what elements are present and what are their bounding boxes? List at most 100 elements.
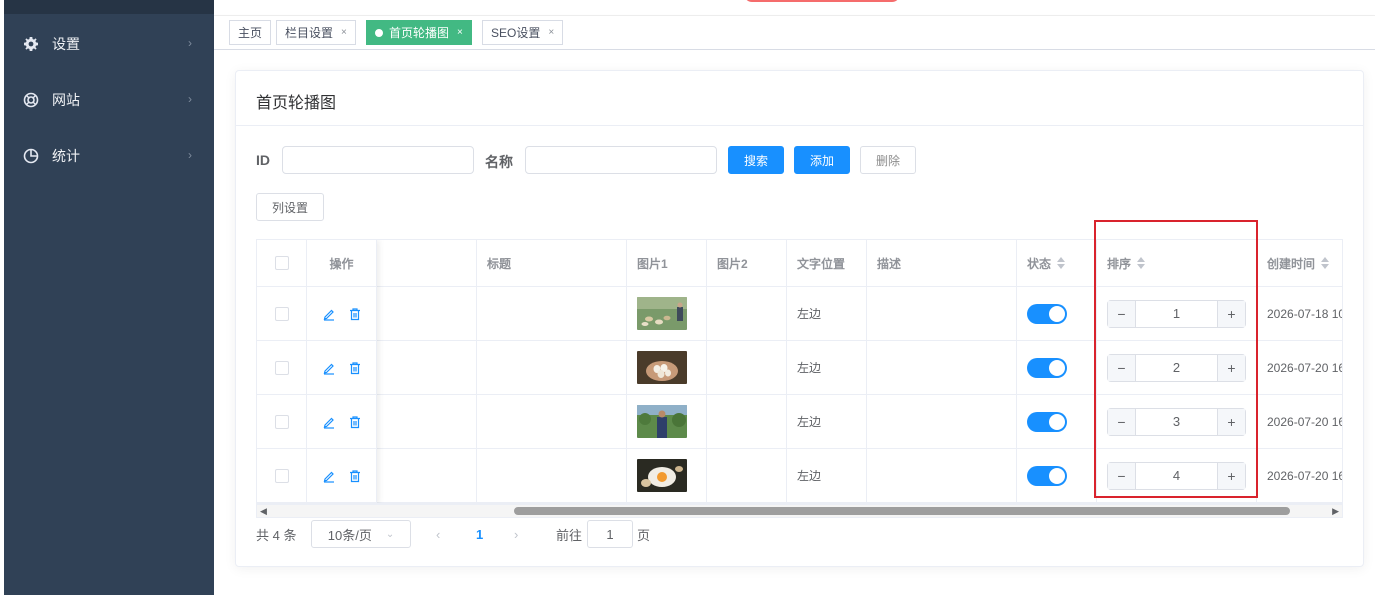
navbar: [214, 0, 1375, 16]
banner-image-hands-eggs[interactable]: [637, 351, 687, 384]
tab-seo[interactable]: SEO设置 ×: [482, 20, 564, 45]
fixed-columns: 操作: [257, 240, 377, 503]
sidebar-item-settings[interactable]: 设置 ›: [4, 24, 214, 64]
next-page-button[interactable]: ›: [514, 520, 518, 548]
edit-icon[interactable]: [322, 415, 336, 429]
increment-button[interactable]: +: [1217, 462, 1245, 489]
increment-button[interactable]: +: [1217, 354, 1245, 381]
name-label: 名称: [485, 154, 513, 170]
chevron-right-icon: ›: [188, 36, 192, 50]
status-toggle[interactable]: [1027, 303, 1067, 324]
sidebar-item-label: 设置: [52, 36, 80, 52]
close-icon[interactable]: ×: [341, 27, 347, 38]
banner-image-chickens-field[interactable]: [637, 297, 687, 330]
row-checkbox[interactable]: [274, 414, 289, 429]
header-sort[interactable]: 排序: [1097, 240, 1257, 287]
sidebar-item-label: 网站: [52, 92, 80, 108]
header-status[interactable]: 状态: [1017, 240, 1097, 287]
close-icon[interactable]: ×: [548, 27, 554, 38]
select-all-cell: [257, 240, 307, 287]
increment-button[interactable]: +: [1217, 408, 1245, 435]
delete-icon[interactable]: [348, 361, 362, 375]
add-button[interactable]: 添加: [794, 146, 850, 174]
header-cell: [377, 240, 477, 287]
text-pos-cell: 左边: [787, 449, 867, 503]
table-cell: [377, 341, 477, 395]
decrement-button[interactable]: −: [1108, 462, 1136, 489]
decrement-button[interactable]: −: [1108, 300, 1136, 327]
delete-button[interactable]: 删除: [860, 146, 916, 174]
status-cell: [1017, 449, 1097, 503]
delete-icon[interactable]: [348, 469, 362, 483]
sort-value[interactable]: 1: [1136, 301, 1217, 327]
row-checkbox[interactable]: [274, 360, 289, 375]
tab-label: SEO设置: [491, 26, 541, 40]
header-label: 排序: [1107, 256, 1132, 271]
column-settings-button[interactable]: 列设置: [256, 193, 324, 221]
sort-value[interactable]: 3: [1136, 409, 1217, 435]
edit-icon[interactable]: [322, 361, 336, 375]
row-checkbox[interactable]: [274, 468, 289, 483]
scroll-right-icon[interactable]: ▶: [1332, 506, 1339, 517]
sort-stepper[interactable]: − 1 +: [1107, 299, 1246, 328]
text-pos-cell: 左边: [787, 287, 867, 341]
sort-icon[interactable]: [1057, 257, 1066, 269]
image-cell: [627, 341, 707, 395]
table-cell: [377, 449, 477, 503]
ops-cell: [307, 395, 377, 449]
image2-cell: [707, 395, 787, 449]
edit-icon[interactable]: [322, 469, 336, 483]
tab-banner[interactable]: 首页轮播图 ×: [366, 20, 472, 45]
header-title: 标题: [477, 240, 627, 287]
banner-image-farmer-orchard[interactable]: [637, 405, 687, 438]
header-created[interactable]: 创建时间: [1257, 240, 1342, 287]
goto-label: 前往: [556, 527, 583, 543]
sort-stepper[interactable]: − 3 +: [1107, 407, 1246, 436]
image2-cell: [707, 341, 787, 395]
tab-column-settings[interactable]: 栏目设置 ×: [276, 20, 356, 45]
checkbox-cell: [257, 395, 307, 449]
banner-image-cracked-egg[interactable]: [637, 459, 687, 492]
created-cell: 2026-07-20 16: [1257, 449, 1342, 503]
status-cell: [1017, 287, 1097, 341]
status-toggle[interactable]: [1027, 465, 1067, 486]
sort-cell: − 4 +: [1097, 449, 1257, 503]
increment-button[interactable]: +: [1217, 300, 1245, 327]
table-cell: [377, 287, 477, 341]
sidebar-item-stats[interactable]: 统计 ›: [4, 136, 214, 176]
search-button[interactable]: 搜索: [728, 146, 784, 174]
id-input[interactable]: [282, 146, 474, 174]
name-input[interactable]: [525, 146, 717, 174]
delete-icon[interactable]: [348, 415, 362, 429]
sidebar-item-website[interactable]: 网站 ›: [4, 80, 214, 120]
created-cell: 2026-07-20 16: [1257, 395, 1342, 449]
page-number-current[interactable]: 1: [476, 520, 483, 548]
sort-value[interactable]: 2: [1136, 355, 1217, 381]
decrement-button[interactable]: −: [1108, 408, 1136, 435]
sort-icon[interactable]: [1137, 257, 1146, 269]
tab-home[interactable]: 主页: [229, 20, 272, 45]
sort-cell: − 3 +: [1097, 395, 1257, 449]
scroll-left-icon[interactable]: ◀: [260, 506, 267, 517]
status-toggle[interactable]: [1027, 357, 1067, 378]
sidebar: 设置 › 网站 › 统计 ›: [4, 0, 214, 595]
header-text-pos: 文字位置: [787, 240, 867, 287]
ops-cell: [307, 287, 377, 341]
prev-page-button[interactable]: ‹: [436, 520, 440, 548]
row-checkbox[interactable]: [274, 306, 289, 321]
desc-cell: [867, 341, 1017, 395]
page-size-select[interactable]: 10条/页 ⌄: [311, 520, 411, 548]
decrement-button[interactable]: −: [1108, 354, 1136, 381]
close-icon[interactable]: ×: [457, 27, 463, 38]
edit-icon[interactable]: [322, 307, 336, 321]
sort-value[interactable]: 4: [1136, 463, 1217, 489]
sort-stepper[interactable]: − 4 +: [1107, 461, 1246, 490]
sort-stepper[interactable]: − 2 +: [1107, 353, 1246, 382]
goto-page-input[interactable]: [587, 520, 633, 548]
sort-icon[interactable]: [1321, 257, 1330, 269]
scroll-thumb[interactable]: [514, 507, 1290, 515]
select-all-checkbox[interactable]: [274, 256, 289, 270]
delete-icon[interactable]: [348, 307, 362, 321]
horizontal-scrollbar[interactable]: ◀ ▶: [256, 504, 1343, 518]
status-toggle[interactable]: [1027, 411, 1067, 432]
